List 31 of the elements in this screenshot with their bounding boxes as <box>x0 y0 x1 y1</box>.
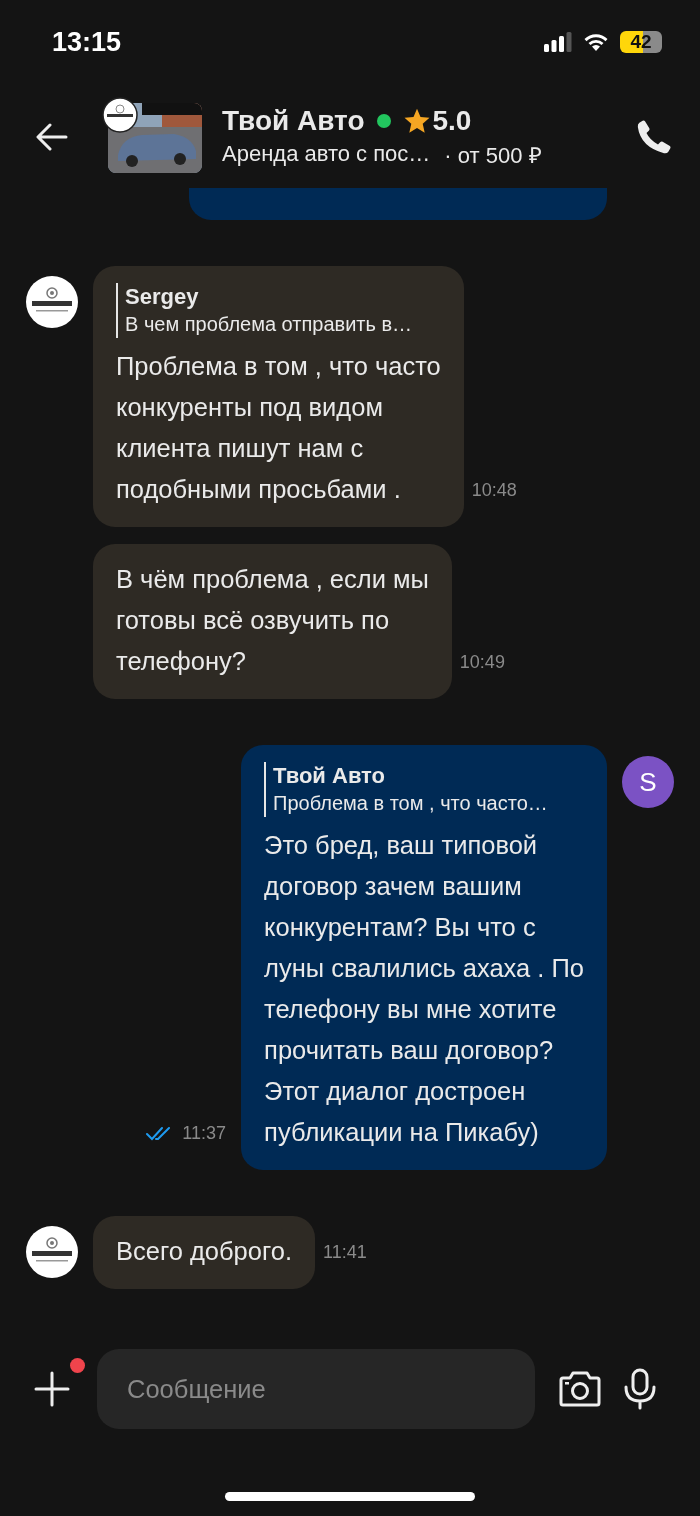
chat-title: Твой Авто <box>222 105 365 137</box>
signal-icon <box>544 32 572 52</box>
avatar[interactable] <box>26 1226 78 1278</box>
avatar[interactable]: S <box>622 756 674 808</box>
reply-author: Твой Авто <box>273 762 387 790</box>
rating-value: 5.0 <box>432 105 472 137</box>
reply-text: В чем проблема отправить в… <box>125 312 414 337</box>
camera-icon[interactable] <box>557 1370 603 1408</box>
reply-text: Проблема в том , что часто… <box>273 791 549 816</box>
message-input[interactable]: Сообщение <box>97 1349 535 1429</box>
attach-button[interactable] <box>33 1370 71 1408</box>
listing-subtitle: Аренда авто с пос… <box>222 141 431 167</box>
message-time: 11:41 <box>323 1242 367 1263</box>
back-arrow-icon[interactable] <box>36 123 68 151</box>
message-text: Всего доброго. <box>116 1236 292 1267</box>
reply-author: Sergey <box>125 283 200 311</box>
microphone-icon[interactable] <box>623 1368 657 1410</box>
wifi-icon <box>582 32 610 52</box>
avatar[interactable] <box>26 276 78 328</box>
battery-indicator: 42 <box>620 31 662 53</box>
reply-quote[interactable]: Sergey В чем проблема отправить в… <box>116 283 441 338</box>
reply-quote[interactable]: Твой Авто Проблема в том , что часто… <box>264 762 584 817</box>
listing-price: · от 500 ₽ <box>444 142 542 169</box>
message-text: В чём проблема , если мы готовы всё озвучить по телефону? <box>116 564 429 677</box>
message-text: Это бред, ваш типовой договор зачем вашим конкурентам? Вы что с луны свалились ахаха . По телефону вы мне хотите прочитать ваш договор? Этот диалог достроен публикации на Пикабу) <box>264 830 584 1148</box>
message-text: Проблема в том , что часто конкуренты под видом клиента пишут нам с подобными просьбами . <box>116 351 441 505</box>
status-time: 13:15 <box>52 26 122 58</box>
message-time: 10:48 <box>471 480 517 501</box>
message-time: 10:49 <box>459 652 505 673</box>
message-time: 11:37 <box>182 1123 227 1144</box>
star-icon <box>402 107 431 135</box>
